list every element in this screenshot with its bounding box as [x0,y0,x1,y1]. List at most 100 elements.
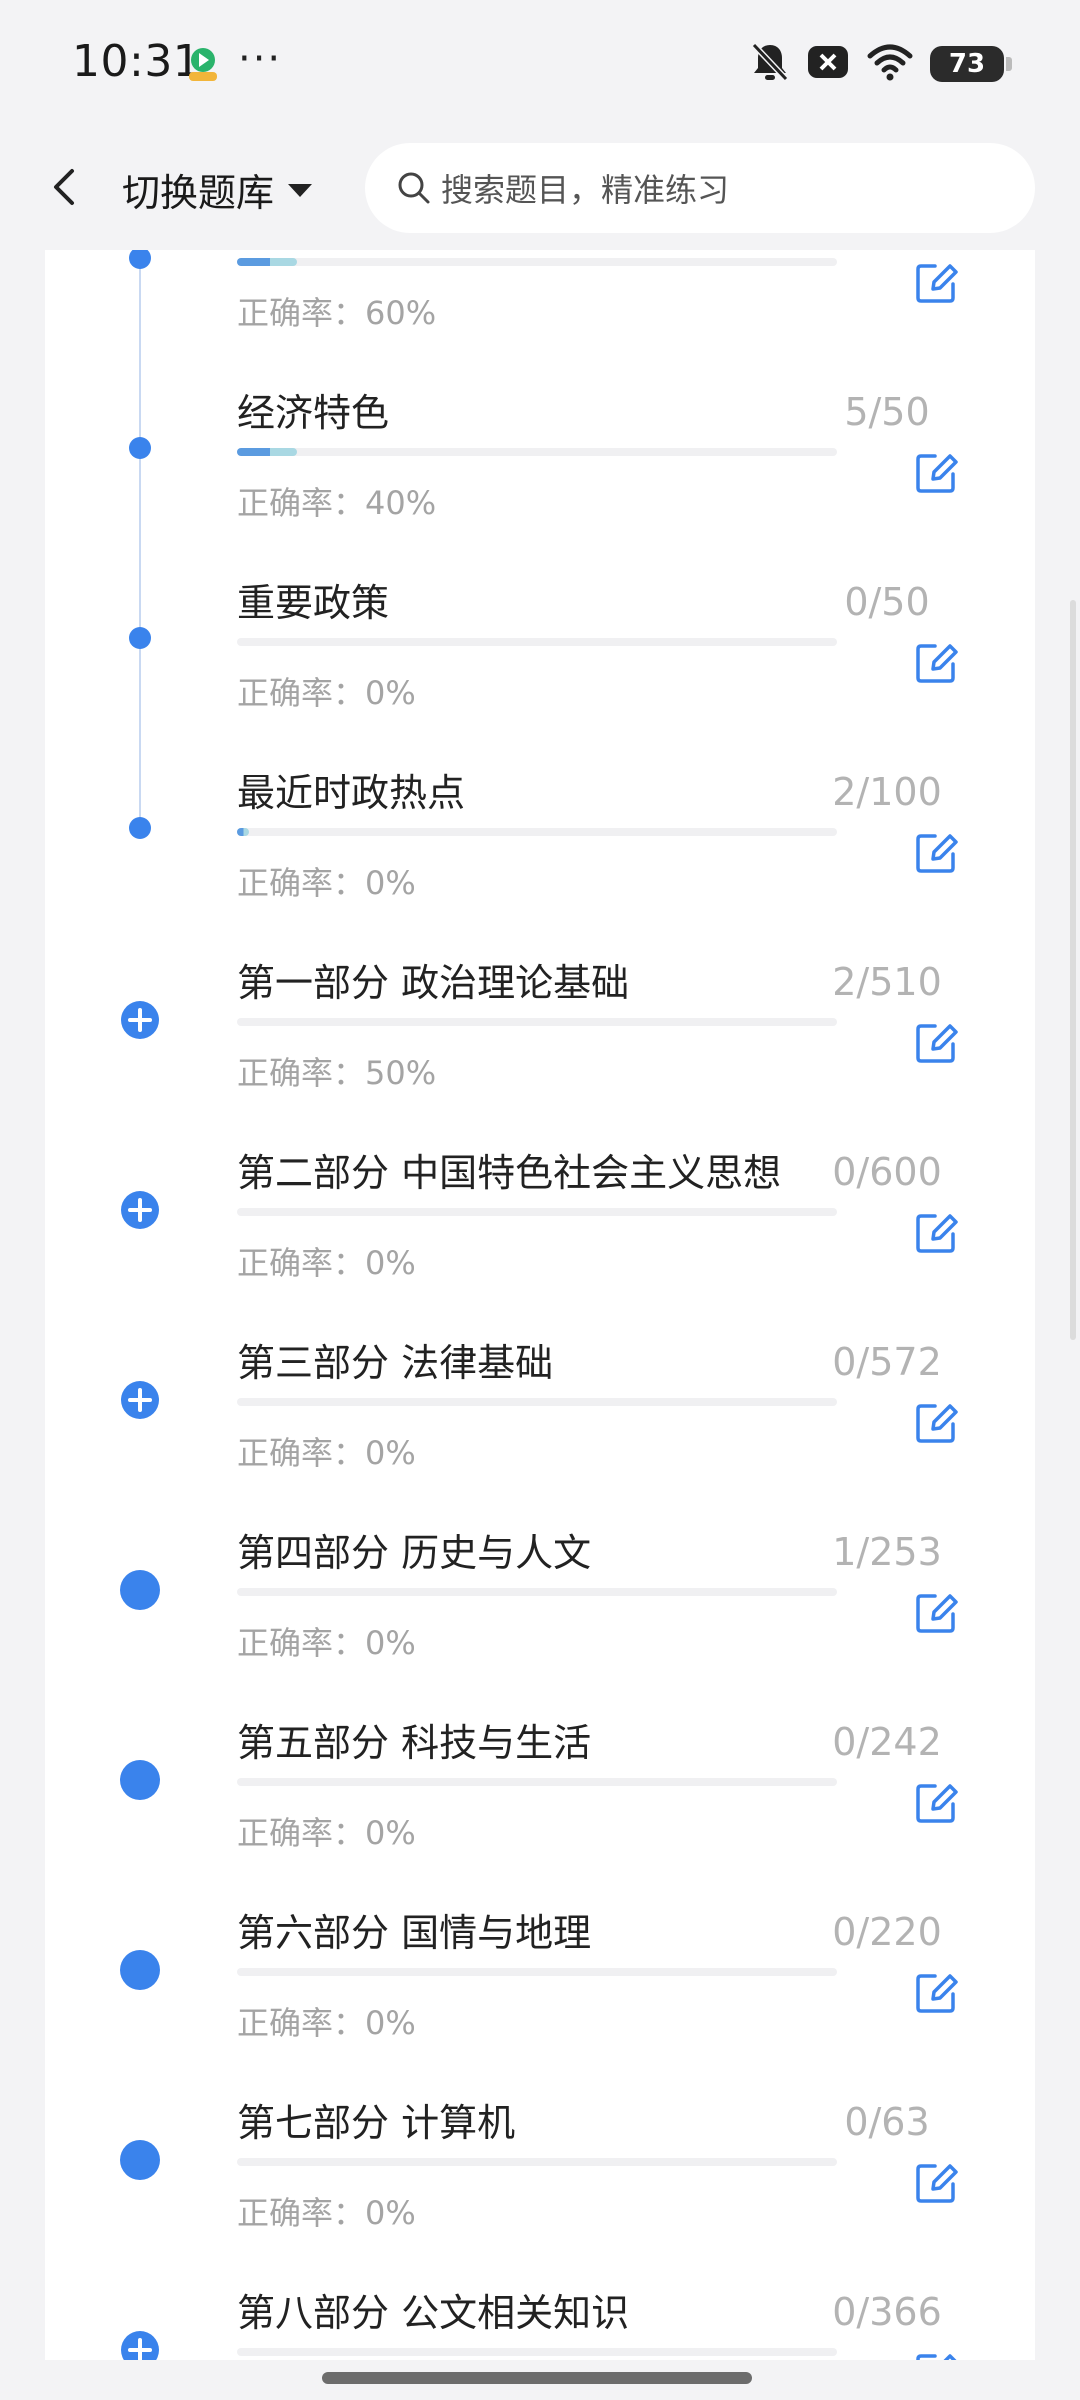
list-item[interactable]: 第五部分 科技与生活正确率：0% 0/242 [45,1690,1035,1880]
accuracy-label: 正确率：50% [237,1054,437,1092]
edit-practice-icon[interactable] [913,1970,959,2016]
list-item[interactable]: 第六部分 国情与地理 正确率：0% 0/220 [45,1880,1035,2070]
list-item[interactable]: 第三部分 法律基础正确率：0% 0/572 [45,1310,1035,1500]
edit-practice-icon[interactable] [913,1780,959,1826]
expand-plus-icon[interactable] [120,1380,160,1420]
section-dot-icon [120,2140,160,2180]
progress-bar [237,1208,837,1216]
question-count: 5/50 [844,390,930,434]
accuracy-label: 正确率：0% [237,2004,416,2042]
timeline-dot-icon [129,817,151,839]
item-title: 第一部分 政治理论基础 [237,961,630,1005]
search-input[interactable]: 搜索题目，精准练习 [365,143,1035,233]
expand-plus-icon[interactable] [120,1000,160,1040]
progress-bar [237,1778,837,1786]
timeline-dot-icon [129,437,151,459]
accuracy-label: 正确率：60% [237,294,437,332]
item-title: 第七部分 计算机 [237,2101,516,2145]
question-count: 0/63 [844,2100,930,2144]
list-item[interactable]: 第二部分 中国特色社会主义思想正确率：0% 0/600 [45,1120,1035,1310]
bell-off-icon [750,41,790,87]
accuracy-label: 正确率：0% [237,1814,416,1852]
list-item[interactable]: 第四部分 历史与人文正确率：0% 1/253 [45,1500,1035,1690]
question-count: 2/510 [832,960,942,1004]
progress-bar [237,828,837,836]
expand-plus-icon[interactable] [120,1190,160,1230]
accuracy-label: 正确率：0% [237,674,416,712]
question-count: 2/100 [832,770,942,814]
item-title: 经济特色 [237,391,390,435]
accuracy-label: 正确率：0% [237,2194,416,2232]
edit-practice-icon[interactable] [913,1020,959,1066]
list-item[interactable]: 正确率：60% [45,250,1035,360]
accuracy-label: 正确率：0% [237,1624,416,1662]
edit-practice-icon[interactable] [913,2350,959,2360]
section-dot-icon [120,1950,160,1990]
edit-practice-icon[interactable] [913,640,959,686]
list-item[interactable]: 重要政策 正确率：0% 0/50 [45,550,1035,740]
question-count: 0/600 [832,1150,942,1194]
edit-practice-icon[interactable] [913,2160,959,2206]
item-title: 第五部分 科技与生活 [237,1721,592,1765]
progress-fill [237,448,297,456]
item-title: 第八部分 公文相关知识 [237,2291,630,2335]
progress-bar [237,2158,837,2166]
progress-bar [237,448,837,456]
edit-practice-icon[interactable] [913,830,959,876]
scrollbar[interactable] [1070,600,1076,1340]
question-count: 0/572 [832,1340,942,1384]
item-title: 第四部分 历史与人文 [237,1531,592,1575]
top-header: 切换题库 搜索题目，精准练习 [0,125,1080,250]
progress-bar [237,638,837,646]
item-title: 最近时政热点 [237,771,466,815]
progress-bar [237,1018,837,1026]
timeline-dot-icon [129,250,151,269]
battery-icon: 73 [930,46,1012,82]
item-title: 第二部分 中国特色社会主义思想 [237,1151,782,1195]
notification-close-icon [806,42,850,86]
edit-practice-icon[interactable] [913,450,959,496]
accuracy-label: 正确率：0% [237,1244,416,1282]
question-count: 0/242 [832,1720,942,1764]
chevron-left-icon [54,169,74,205]
list-item[interactable]: 经济特色 正确率：40% 5/50 [45,360,1035,550]
section-dot-icon [120,1760,160,1800]
wifi-icon [866,42,914,86]
timeline-dot-icon [129,627,151,649]
status-bar: 10:31 ··· 73 [0,0,1080,125]
progress-bar [237,258,837,266]
app-notification-icon [183,44,223,84]
switch-question-bank-label: 切换题库 [122,171,275,215]
list-item[interactable]: 第八部分 公文相关知识 0/366 [45,2260,1035,2360]
switch-question-bank-dropdown[interactable]: 切换题库 [122,162,314,217]
more-notifications-icon: ··· [238,36,283,82]
edit-practice-icon[interactable] [913,260,959,306]
progress-fill [237,258,297,266]
question-bank-list: 正确率：60% 经济特色 正确率：40% 5/50 重要政策 正确率：0% 0/50 最近时政… [45,250,1035,2360]
back-button[interactable] [40,157,96,217]
caret-down-icon [288,183,313,197]
list-item[interactable]: 第七部分 计算机正确率：0% 0/63 [45,2070,1035,2260]
search-icon [398,172,430,204]
progress-fill [237,828,249,836]
section-dot-icon [120,1570,160,1610]
progress-bar [237,1588,837,1596]
edit-practice-icon[interactable] [913,1590,959,1636]
progress-bar [237,2348,837,2356]
question-count: 1/253 [832,1530,942,1574]
progress-bar [237,1398,837,1406]
status-time: 10:31 [72,36,202,87]
accuracy-label: 正确率：0% [237,1434,416,1472]
search-placeholder: 搜索题目，精准练习 [441,171,730,209]
list-item[interactable]: 第一部分 政治理论基础正确率：50% 2/510 [45,930,1035,1120]
home-indicator[interactable] [322,2372,752,2384]
edit-practice-icon[interactable] [913,1210,959,1256]
item-title: 重要政策 [237,581,390,625]
item-title: 第三部分 法律基础 [237,1341,554,1385]
list-item[interactable]: 最近时政热点 正确率：0% 2/100 [45,740,1035,930]
expand-plus-icon[interactable] [120,2330,160,2360]
progress-bar [237,1968,837,1976]
edit-practice-icon[interactable] [913,1400,959,1446]
question-count: 0/220 [832,1910,942,1954]
navigation-bar [0,2360,1080,2400]
